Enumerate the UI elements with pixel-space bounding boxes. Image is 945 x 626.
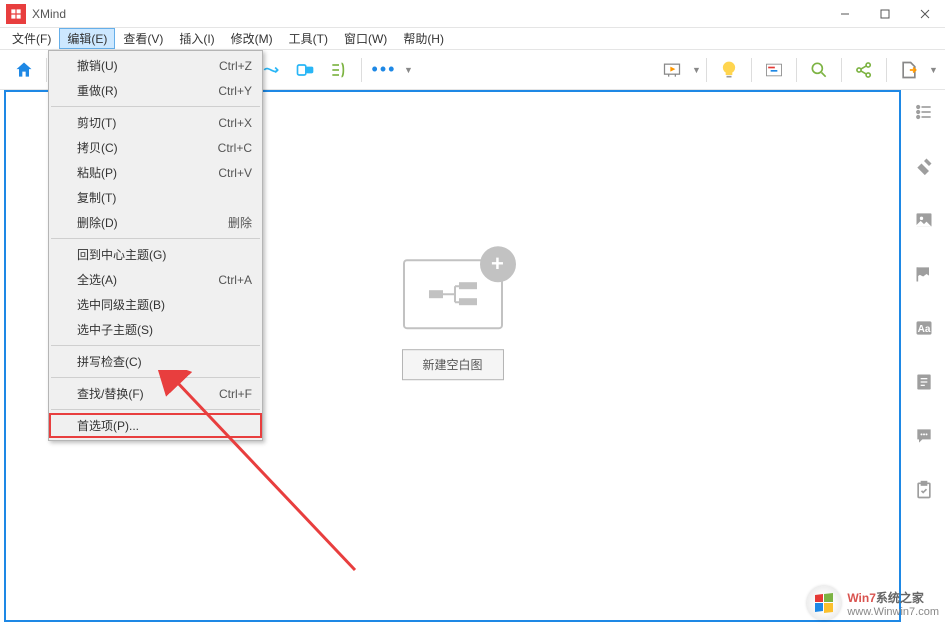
right-panel: Aa <box>903 90 945 626</box>
plus-icon: + <box>479 246 515 282</box>
menu-item-shortcut: Ctrl+Z <box>219 59 252 73</box>
chevron-down-icon[interactable]: ▼ <box>927 65 937 75</box>
menu-item[interactable]: 回到中心主题(G) <box>49 242 262 267</box>
toolbar-separator <box>841 58 842 82</box>
menu-item[interactable]: 查找/替换(F) Ctrl+F <box>49 381 262 406</box>
menu-item[interactable]: 拼写检查(C) <box>49 349 262 374</box>
more-button[interactable]: ••• <box>368 54 400 86</box>
menu-item-shortcut: Ctrl+A <box>218 273 252 287</box>
summary-button[interactable] <box>323 54 355 86</box>
menu-item[interactable]: 重做(R) Ctrl+Y <box>49 78 262 103</box>
new-blank-button[interactable]: 新建空白图 <box>401 349 503 380</box>
menu-item-label: 拼写检查(C) <box>77 353 142 370</box>
menu-separator <box>51 345 260 346</box>
menu-item-shortcut: Ctrl+Y <box>218 84 252 98</box>
app-icon <box>6 4 26 24</box>
menu-view[interactable]: 查看(V) <box>115 28 171 49</box>
minimize-button[interactable] <box>825 0 865 28</box>
menu-item-label: 撤销(U) <box>77 57 118 74</box>
menu-item-shortcut: Ctrl+V <box>218 166 252 180</box>
menu-item[interactable]: 删除(D) 删除 <box>49 210 262 235</box>
home-button[interactable] <box>8 54 40 86</box>
menu-item[interactable]: 撤销(U) Ctrl+Z <box>49 53 262 78</box>
menu-item[interactable]: 粘贴(P) Ctrl+V <box>49 160 262 185</box>
chevron-down-icon[interactable]: ▼ <box>402 65 412 75</box>
menu-item-label: 回到中心主题(G) <box>77 246 166 263</box>
export-button[interactable] <box>893 54 925 86</box>
menu-help[interactable]: 帮助(H) <box>395 28 452 49</box>
titlebar: XMind <box>0 0 945 28</box>
menu-item-label: 重做(R) <box>77 82 118 99</box>
window-buttons <box>825 0 945 28</box>
menu-separator <box>51 409 260 410</box>
menu-item[interactable]: 复制(T) <box>49 185 262 210</box>
menu-file[interactable]: 文件(F) <box>4 28 59 49</box>
gantt-button[interactable] <box>758 54 790 86</box>
menu-separator <box>51 238 260 239</box>
outline-panel-button[interactable] <box>910 98 938 126</box>
menu-item-label: 首选项(P)... <box>77 417 139 434</box>
menu-item-shortcut: Ctrl+F <box>219 387 252 401</box>
menu-window[interactable]: 窗口(W) <box>336 28 395 49</box>
menu-item-label: 选中同级主题(B) <box>77 296 165 313</box>
toolbar-separator <box>751 58 752 82</box>
menu-item[interactable]: 拷贝(C) Ctrl+C <box>49 135 262 160</box>
menu-item-shortcut: Ctrl+C <box>218 141 252 155</box>
menu-item-label: 删除(D) <box>77 214 118 231</box>
menu-item-shortcut: 删除 <box>228 214 252 231</box>
menu-item[interactable]: 选中子主题(S) <box>49 317 262 342</box>
chevron-down-icon[interactable]: ▼ <box>690 65 700 75</box>
menu-item-label: 查找/替换(F) <box>77 385 144 402</box>
notes-panel-button[interactable] <box>910 368 938 396</box>
new-blank-tile[interactable]: + 新建空白图 <box>401 259 503 380</box>
toolbar-separator <box>886 58 887 82</box>
watermark-logo-icon <box>807 586 841 620</box>
menu-item-label: 拷贝(C) <box>77 139 118 156</box>
toolbar-separator <box>796 58 797 82</box>
menu-item[interactable]: 首选项(P)... <box>49 413 262 438</box>
menu-item-label: 粘贴(P) <box>77 164 117 181</box>
close-button[interactable] <box>905 0 945 28</box>
menu-separator <box>51 377 260 378</box>
new-blank-icon: + <box>402 259 502 329</box>
boundary-button[interactable] <box>289 54 321 86</box>
menu-item[interactable]: 选中同级主题(B) <box>49 292 262 317</box>
watermark-url: www.Winwin7.com <box>847 606 939 618</box>
comments-panel-button[interactable] <box>910 422 938 450</box>
menu-insert[interactable]: 插入(I) <box>171 28 222 49</box>
image-panel-button[interactable] <box>910 206 938 234</box>
toolbar-separator <box>361 58 362 82</box>
search-button[interactable] <box>803 54 835 86</box>
watermark: Win7系统之家 www.Winwin7.com <box>807 586 939 620</box>
menu-item[interactable]: 剪切(T) Ctrl+X <box>49 110 262 135</box>
menu-item-label: 全选(A) <box>77 271 117 288</box>
menu-tools[interactable]: 工具(T) <box>281 28 336 49</box>
menu-item-label: 复制(T) <box>77 189 116 206</box>
maximize-button[interactable] <box>865 0 905 28</box>
menu-item-shortcut: Ctrl+X <box>218 116 252 130</box>
menu-separator <box>51 106 260 107</box>
format-panel-button[interactable] <box>910 152 938 180</box>
menubar: 文件(F) 编辑(E) 查看(V) 插入(I) 修改(M) 工具(T) 窗口(W… <box>0 28 945 50</box>
present-button[interactable] <box>656 54 688 86</box>
task-panel-button[interactable] <box>910 476 938 504</box>
svg-text:Aa: Aa <box>918 324 931 335</box>
menu-modify[interactable]: 修改(M) <box>223 28 281 49</box>
app-title: XMind <box>32 7 825 21</box>
marker-panel-button[interactable] <box>910 260 938 288</box>
menu-item-label: 剪切(T) <box>77 114 116 131</box>
toolbar-separator <box>46 58 47 82</box>
watermark-brand-tail: 系统之家 <box>876 591 924 605</box>
menu-item-label: 选中子主题(S) <box>77 321 153 338</box>
toolbar-separator <box>706 58 707 82</box>
edit-dropdown-menu: 撤销(U) Ctrl+Z 重做(R) Ctrl+Y 剪切(T) Ctrl+X 拷贝(C) Ct… <box>48 50 263 441</box>
share-button[interactable] <box>848 54 880 86</box>
menu-item[interactable]: 全选(A) Ctrl+A <box>49 267 262 292</box>
text-panel-button[interactable]: Aa <box>910 314 938 342</box>
idea-button[interactable] <box>713 54 745 86</box>
mindmap-glyph-icon <box>426 276 478 312</box>
watermark-brand-head: Win7 <box>847 591 876 605</box>
menu-edit[interactable]: 编辑(E) <box>59 28 115 49</box>
